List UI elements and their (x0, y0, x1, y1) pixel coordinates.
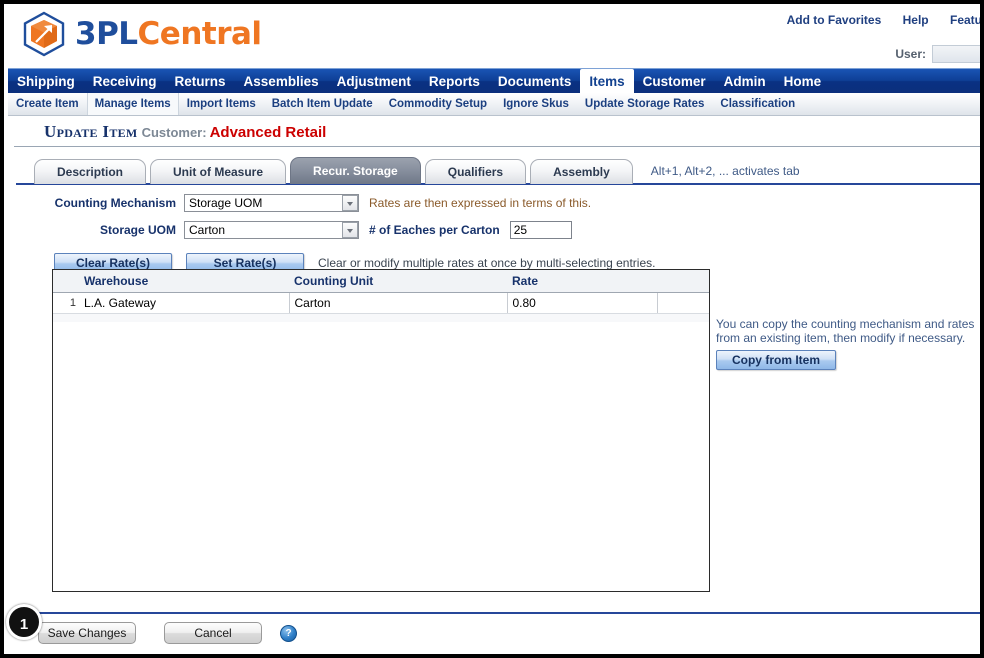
brand-wordmark: 3PLCentral (75, 16, 262, 52)
cancel-button[interactable]: Cancel (164, 622, 262, 644)
save-changes-button[interactable]: Save Changes (38, 622, 136, 644)
rates-table-head: Warehouse Counting Unit Rate (53, 270, 709, 293)
table-header-row: Warehouse Counting Unit Rate (53, 270, 709, 293)
cell-rate[interactable]: 0.80 (507, 292, 658, 314)
eaches-per-carton-input[interactable] (509, 221, 572, 239)
rates-table-body: 1 L.A. Gateway Carton 0.80 (53, 292, 709, 314)
sub-navigation: Create Item Manage Items Import Items Batch… (8, 93, 980, 116)
subnav-item-update-storage-rates[interactable]: Update Storage Rates (577, 93, 713, 115)
storage-uom-row: Storage UOM Carton # of Eaches per Carto… (16, 221, 980, 239)
footer-actions: Save Changes Cancel ? (16, 614, 980, 644)
storage-uom-label: Storage UOM (99, 223, 176, 237)
nav-item-customer[interactable]: Customer (634, 69, 715, 93)
tab-recur-storage[interactable]: Recur. Storage (290, 157, 421, 184)
rates-table: Warehouse Counting Unit Rate 1 L.A. Gate… (53, 270, 709, 314)
browser-window: 3PLCentral Add to Favorites Help Featu U… (0, 0, 984, 658)
subnav-item-batch-item-update[interactable]: Batch Item Update (264, 93, 381, 115)
counting-mechanism-label: Counting Mechanism (54, 196, 176, 210)
tab-unit-of-measure[interactable]: Unit of Measure (150, 159, 287, 184)
tab-keyboard-hint: Alt+1, Alt+2, ... activates tab (650, 164, 800, 178)
nav-item-returns[interactable]: Returns (166, 69, 235, 93)
column-header-rate[interactable]: Rate (507, 270, 657, 293)
page-root: 3PLCentral Add to Favorites Help Featu U… (8, 4, 980, 654)
column-header-spacer (657, 270, 709, 293)
tab-strip: Description Unit of Measure Recur. Storage… (34, 157, 980, 184)
cell-spacer (657, 292, 709, 314)
counting-mechanism-hint: Rates are then expressed in terms of thi… (369, 196, 592, 210)
user-name-box (932, 45, 980, 63)
subnav-item-manage-items[interactable]: Manage Items (86, 93, 179, 115)
customer-name: Advanced Retail (209, 124, 327, 141)
eaches-per-carton-label: # of Eaches per Carton (369, 223, 500, 237)
cell-counting-unit[interactable]: Carton (289, 292, 508, 314)
tab-description[interactable]: Description (34, 159, 147, 184)
callout-badge-1: 1 (6, 604, 42, 640)
nav-item-home[interactable]: Home (775, 69, 831, 93)
customer-label: Customer: (141, 125, 207, 140)
page-title-bar: Update Item Customer: Advanced Retail (14, 116, 980, 147)
counting-mechanism-value: Storage UOM (189, 196, 263, 210)
help-question-icon[interactable]: ? (280, 624, 297, 642)
brand-wordmark-primary: 3PL (75, 16, 138, 52)
storage-uom-select[interactable]: Carton (184, 221, 359, 239)
brand-logo[interactable]: 3PLCentral (20, 10, 262, 58)
header-links: Add to Favorites Help Featu (769, 13, 980, 27)
user-label: User: (895, 47, 926, 61)
chevron-down-icon[interactable] (342, 195, 358, 211)
site-header: 3PLCentral Add to Favorites Help Featu U… (8, 4, 980, 68)
help-link[interactable]: Help (903, 13, 929, 27)
subnav-item-create-item[interactable]: Create Item (8, 93, 87, 115)
row-number: 1 (53, 292, 79, 314)
features-link[interactable]: Featu (950, 13, 980, 27)
table-row[interactable]: 1 L.A. Gateway Carton 0.80 (53, 292, 709, 314)
nav-item-documents[interactable]: Documents (489, 69, 581, 93)
add-to-favorites-link[interactable]: Add to Favorites (787, 13, 882, 27)
page-footer: Save Changes Cancel ? (16, 612, 980, 654)
column-header-warehouse[interactable]: Warehouse (79, 270, 289, 293)
cell-warehouse[interactable]: L.A. Gateway (79, 292, 290, 314)
nav-item-items[interactable]: Items (580, 69, 634, 93)
nav-item-adjustment[interactable]: Adjustment (328, 69, 420, 93)
nav-item-reports[interactable]: Reports (420, 69, 489, 93)
subnav-item-commodity-setup[interactable]: Commodity Setup (381, 93, 495, 115)
grid-empty-area (53, 314, 709, 322)
cube-arrow-logo-icon (20, 10, 68, 58)
page-title: Update Item (44, 122, 138, 141)
subnav-item-ignore-skus[interactable]: Ignore Skus (495, 93, 577, 115)
subnav-item-import-items[interactable]: Import Items (179, 93, 264, 115)
rates-grid[interactable]: Warehouse Counting Unit Rate 1 L.A. Gate… (52, 269, 710, 592)
tab-assembly[interactable]: Assembly (530, 159, 633, 184)
copy-from-item-panel: You can copy the counting mechanism and … (716, 317, 978, 370)
counting-mechanism-row: Counting Mechanism Storage UOM Rates are… (16, 194, 980, 212)
nav-item-receiving[interactable]: Receiving (84, 69, 166, 93)
storage-uom-value: Carton (189, 223, 226, 237)
user-info: User: (895, 45, 980, 63)
subnav-item-classification[interactable]: Classification (712, 93, 803, 115)
rate-actions-note: Clear or modify multiple rates at once b… (318, 256, 656, 270)
brand-wordmark-secondary: Central (137, 16, 263, 52)
nav-item-shipping[interactable]: Shipping (8, 69, 84, 93)
tab-qualifiers[interactable]: Qualifiers (424, 159, 527, 184)
column-header-counting-unit[interactable]: Counting Unit (289, 270, 507, 293)
nav-item-admin[interactable]: Admin (715, 69, 775, 93)
copy-from-item-text: You can copy the counting mechanism and … (716, 317, 975, 345)
counting-mechanism-select[interactable]: Storage UOM (184, 194, 359, 212)
nav-item-assemblies[interactable]: Assemblies (235, 69, 328, 93)
recur-storage-panel: Counting Mechanism Storage UOM Rates are… (16, 183, 980, 605)
chevron-down-icon[interactable] (342, 222, 358, 238)
copy-from-item-button[interactable]: Copy from Item (716, 350, 836, 370)
column-header-rownum (53, 270, 79, 293)
main-navigation: Shipping Receiving Returns Assemblies Adjust… (8, 68, 980, 93)
